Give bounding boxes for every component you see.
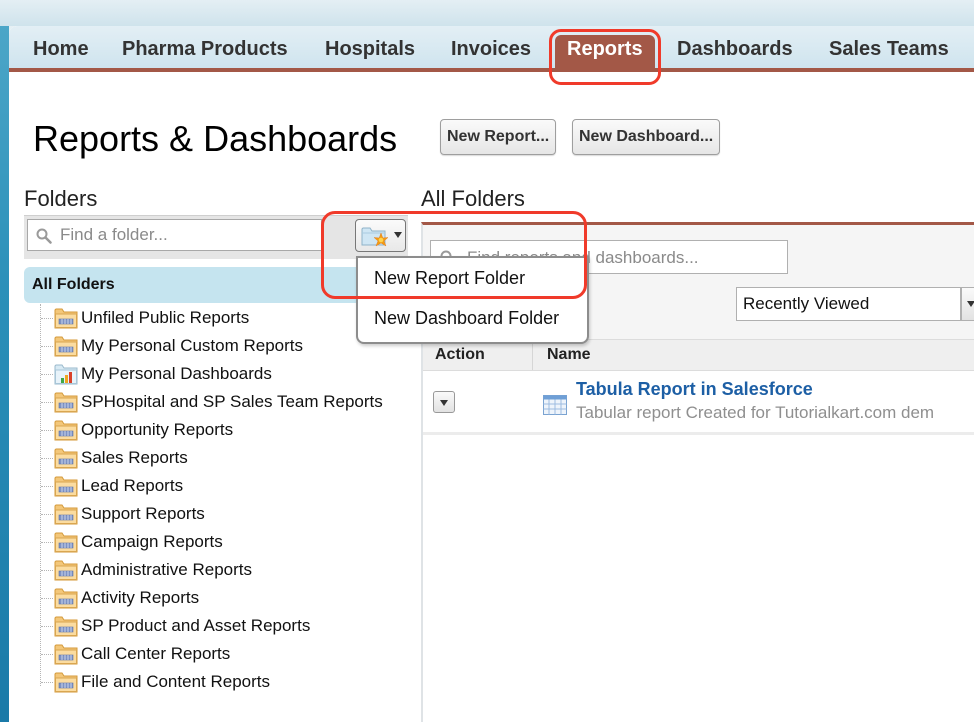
folder-item[interactable]: Call Center Reports [24, 640, 424, 668]
folder-tree: Unfiled Public Reports My Personal Custom… [24, 304, 424, 696]
table-row: Tabula Report in Salesforce Tabular repo… [423, 371, 974, 435]
left-window-edge [0, 0, 9, 722]
tabular-report-icon [543, 395, 567, 415]
app-window: Home Pharma Products Hospitals Invoices … [9, 26, 974, 722]
report-folder-icon [54, 643, 78, 665]
folder-new-icon [361, 227, 389, 247]
folder-item[interactable]: Activity Reports [24, 584, 424, 612]
report-link[interactable]: Tabula Report in Salesforce [576, 379, 813, 400]
tab-bar: Home Pharma Products Hospitals Invoices … [9, 26, 974, 72]
tree-connector [41, 429, 53, 431]
chevron-down-icon [394, 232, 402, 238]
tab-pharma-products[interactable]: Pharma Products [114, 35, 296, 68]
tree-connector [41, 681, 53, 683]
folder-item-label: Administrative Reports [81, 560, 253, 579]
folder-search-field [27, 219, 322, 251]
folder-item-label: Opportunity Reports [81, 420, 234, 439]
folder-item[interactable]: Support Reports [24, 500, 424, 528]
new-dashboard-button[interactable]: New Dashboard... [572, 119, 721, 155]
menu-item-new-report-folder[interactable]: New Report Folder [374, 268, 525, 289]
folder-item[interactable]: SPHospital and SP Sales Team Reports [24, 388, 424, 416]
tree-connector [41, 569, 53, 571]
report-folder-icon [54, 615, 78, 637]
tab-invoices[interactable]: Invoices [443, 35, 539, 68]
folder-item-label: Call Center Reports [81, 644, 231, 663]
chevron-down-icon [440, 400, 448, 406]
folder-item-label: My Personal Dashboards [81, 364, 272, 383]
column-header-action[interactable]: Action [435, 340, 485, 370]
report-folder-icon [54, 671, 78, 693]
tree-connector [41, 345, 53, 347]
report-folder-icon [54, 307, 78, 329]
folder-item[interactable]: File and Content Reports [24, 668, 424, 696]
folder-item[interactable]: Campaign Reports [24, 528, 424, 556]
tab-home[interactable]: Home [25, 35, 97, 68]
tree-connector [41, 457, 53, 459]
report-folder-icon [54, 335, 78, 357]
report-folder-icon [54, 587, 78, 609]
folder-item-label: Activity Reports [81, 588, 200, 607]
report-folder-icon [54, 503, 78, 525]
report-folder-icon [54, 447, 78, 469]
tree-connector [41, 401, 53, 403]
new-report-button[interactable]: New Report... [440, 119, 557, 155]
tree-connector [41, 485, 53, 487]
folder-search-bar [24, 215, 408, 259]
row-action-menu-button[interactable] [433, 391, 455, 413]
folders-heading: Folders [24, 186, 98, 211]
tree-connector [41, 373, 53, 375]
folder-item[interactable]: Opportunity Reports [24, 416, 424, 444]
new-folder-button[interactable] [355, 219, 406, 252]
folder-item-label: Lead Reports [81, 476, 184, 495]
report-folder-icon [54, 419, 78, 441]
folder-item-label: Sales Reports [81, 448, 188, 467]
folder-item-label: My Personal Custom Reports [81, 336, 304, 355]
view-filter-dropdown-button[interactable] [961, 287, 974, 321]
tab-hospitals[interactable]: Hospitals [317, 35, 423, 68]
main-panel-heading: All Folders [421, 186, 525, 211]
folder-item[interactable]: Sales Reports [24, 444, 424, 472]
tree-connector [41, 541, 53, 543]
search-icon [36, 228, 52, 244]
report-folder-icon [54, 391, 78, 413]
column-separator [532, 340, 533, 370]
page-title: Reports & Dashboards [33, 118, 398, 159]
menu-item-new-dashboard-folder[interactable]: New Dashboard Folder [374, 308, 559, 329]
tree-connector [41, 653, 53, 655]
tab-reports[interactable]: Reports [555, 35, 655, 68]
folder-item-label: SPHospital and SP Sales Team Reports [81, 392, 383, 411]
report-folder-icon [54, 475, 78, 497]
tree-connector [41, 513, 53, 515]
folder-item[interactable]: My Personal Dashboards [24, 360, 424, 388]
tree-connector [41, 625, 53, 627]
view-filter-select[interactable]: Recently Viewed [736, 287, 961, 321]
folder-item[interactable]: Lead Reports [24, 472, 424, 500]
tree-connector [41, 317, 53, 319]
tab-sales-teams[interactable]: Sales Teams [821, 35, 957, 68]
dashboard-folder-icon [54, 363, 78, 385]
folder-item[interactable]: SP Product and Asset Reports [24, 612, 424, 640]
top-window-edge [0, 0, 974, 26]
new-folder-menu: New Report Folder New Dashboard Folder [356, 256, 589, 344]
folder-item-label: Support Reports [81, 504, 205, 523]
folder-item[interactable]: Administrative Reports [24, 556, 424, 584]
report-folder-icon [54, 559, 78, 581]
folder-search-input[interactable] [60, 224, 315, 246]
folder-item-label: SP Product and Asset Reports [81, 616, 311, 635]
folder-item-label: File and Content Reports [81, 672, 270, 691]
report-folder-icon [54, 531, 78, 553]
folder-item-label: Campaign Reports [81, 532, 223, 551]
report-description: Tabular report Created for Tutorialkart.… [576, 403, 935, 422]
column-header-name[interactable]: Name [547, 340, 591, 370]
chevron-down-icon [967, 301, 974, 307]
folder-item-label: Unfiled Public Reports [81, 308, 250, 327]
tab-dashboards[interactable]: Dashboards [669, 35, 801, 68]
table-body: Tabula Report in Salesforce Tabular repo… [423, 371, 974, 722]
tree-connector [41, 597, 53, 599]
